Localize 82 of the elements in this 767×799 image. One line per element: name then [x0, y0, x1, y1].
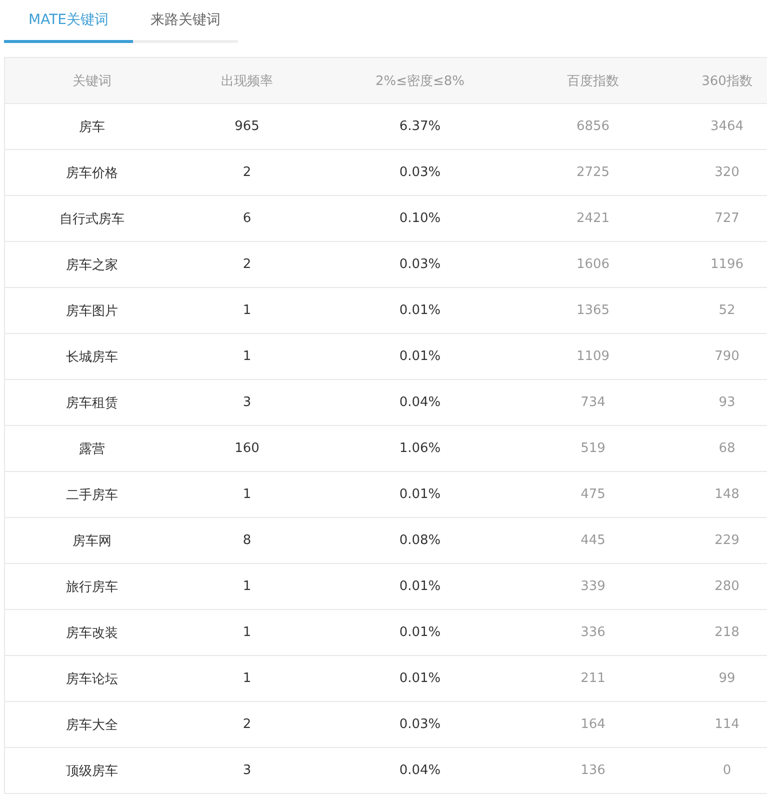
table-cell-text: 1 — [242, 348, 252, 366]
table-cell-text: 727 — [714, 210, 740, 228]
table-cell-text: 136 — [580, 762, 606, 780]
table-cell-text: 339 — [580, 578, 606, 596]
table-cell-text: 二手房车 — [65, 486, 119, 504]
table-cell-text: 114 — [714, 716, 740, 734]
column-header: 360指数 — [700, 72, 754, 90]
table-cell-text: 8 — [242, 532, 252, 550]
table-cell-text: 房车论坛 — [65, 670, 119, 688]
table-cell-text: 房车改装 — [65, 624, 119, 642]
table-cell-text: 3 — [242, 394, 252, 412]
table-cell-text: 280 — [714, 578, 740, 596]
table-cell-text: 自行式房车 — [58, 210, 126, 228]
table-cell-text: 445 — [580, 532, 606, 550]
table-cell-text: 1 — [242, 670, 252, 688]
table-cell-text: 房车租赁 — [65, 394, 119, 412]
table-cell-text: 0.01% — [398, 578, 442, 596]
table-cell-text: 0.04% — [398, 394, 442, 412]
table-cell-text: 6856 — [575, 118, 611, 136]
table-cell-text: 1.06% — [398, 440, 442, 458]
table-cell-text: 148 — [714, 486, 740, 504]
table-cell-text: 2 — [242, 164, 252, 182]
table-cell-text: 3 — [242, 762, 252, 780]
table-cell-text: 52 — [718, 302, 736, 320]
table-cell-text: 93 — [718, 394, 736, 412]
table-cell-text: 229 — [714, 532, 740, 550]
table-cell-text: 3464 — [709, 118, 745, 136]
table-cell-text: 0.01% — [398, 486, 442, 504]
table-cell-text: 790 — [714, 348, 740, 366]
table-cell-text: 1365 — [575, 302, 611, 320]
table-cell-text: 长城房车 — [65, 348, 119, 366]
table-cell-text: 1 — [242, 624, 252, 642]
tab[interactable]: MATE关键词 — [4, 0, 133, 43]
table-cell-text: 2421 — [575, 210, 611, 228]
table-cell-text: 1109 — [575, 348, 611, 366]
table-cell-text: 211 — [580, 670, 606, 688]
table-cell-text: 1196 — [709, 256, 745, 274]
table-cell-text: 顶级房车 — [65, 762, 119, 780]
table-cell-text: 6 — [242, 210, 252, 228]
table-cell-text: 房车价格 — [65, 164, 119, 182]
table-cell-text: 0 — [722, 762, 732, 780]
tab[interactable]: 来路关键词 — [133, 0, 238, 43]
table-cell-text: 1 — [242, 578, 252, 596]
table-cell-text: 336 — [580, 624, 606, 642]
table-cell-text: 320 — [714, 164, 740, 182]
table-cell-text: 6.37% — [398, 118, 442, 136]
table-cell-text: 164 — [580, 716, 606, 734]
table-cell-text: 房车图片 — [65, 302, 119, 320]
table-cell-text: 0.04% — [398, 762, 442, 780]
table-cell-text: 露营 — [78, 440, 106, 458]
table-cell-text: 0.01% — [398, 348, 442, 366]
table-cell-text: 0.01% — [398, 670, 442, 688]
table-cell-text: 0.03% — [398, 716, 442, 734]
column-header: 2%≤密度≤8% — [374, 72, 466, 90]
table-cell-text: 1 — [242, 486, 252, 504]
table-cell-text: 2 — [242, 716, 252, 734]
table-cell-text: 1 — [242, 302, 252, 320]
table-cell-text: 房车网 — [72, 532, 112, 550]
table-cell-text: 房车之家 — [65, 256, 119, 274]
table-cell-text: 0.01% — [398, 624, 442, 642]
table-cell-text: 965 — [234, 118, 260, 136]
table-cell-text: 218 — [714, 624, 740, 642]
table-cell-text: 2 — [242, 256, 252, 274]
table-cell-text: 2725 — [575, 164, 611, 182]
table-cell-text: 房车大全 — [65, 716, 119, 734]
table-cell-text: 160 — [234, 440, 260, 458]
column-header: 百度指数 — [566, 72, 620, 90]
table-cell-text: 0.03% — [398, 164, 442, 182]
table-cell-text: 475 — [580, 486, 606, 504]
table-cell-text: 519 — [580, 440, 606, 458]
column-header: 关键词 — [72, 72, 112, 90]
table-cell-text: 0.03% — [398, 256, 442, 274]
table-cell-text: 734 — [580, 394, 606, 412]
table-cell-text: 旅行房车 — [65, 578, 119, 596]
table-cell-text: 99 — [718, 670, 736, 688]
table-cell-text: 房车 — [78, 118, 106, 136]
table-cell-text: 0.01% — [398, 302, 442, 320]
table-cell-text: 0.08% — [398, 532, 442, 550]
table-cell-text: 0.10% — [398, 210, 442, 228]
table-cell-text: 1606 — [575, 256, 611, 274]
table-cell-text: 68 — [718, 440, 736, 458]
column-header: 出现频率 — [220, 72, 274, 90]
